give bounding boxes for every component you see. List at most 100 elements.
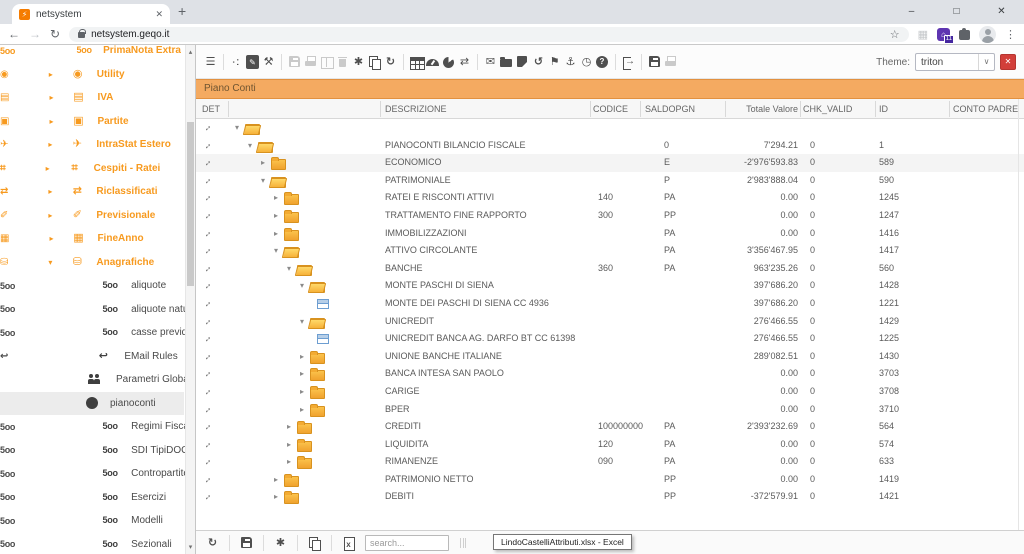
iva-icon[interactable]: IVA [0,86,184,110]
scroll-up-icon[interactable] [186,48,195,56]
history-icon[interactable] [532,55,545,69]
chevron-down-icon[interactable] [978,54,994,70]
detail-expand-icon[interactable] [201,189,213,207]
theme-combobox[interactable]: triton [915,53,995,71]
fineanno-icon[interactable]: FineAnno [0,227,184,251]
right-icon[interactable] [297,348,307,366]
detail-expand-icon[interactable] [201,119,213,137]
tab-close-icon[interactable]: ✕ [155,9,163,20]
forward-icon[interactable]: → [29,27,41,41]
table-row[interactable]: UNIONE BANCHE ITALIANE 289'082.51 0 1430 [196,348,1024,366]
reload-icon[interactable]: ↻ [50,27,60,41]
toolbar-icon[interactable] [281,54,282,70]
detail-expand-icon[interactable] [201,330,213,348]
extensions-puzzle-icon[interactable] [959,30,970,40]
save-icon[interactable] [240,536,253,550]
down-icon[interactable] [297,313,307,331]
bookmark-star-icon[interactable]: ☆ [890,28,900,41]
table-row[interactable]: RIMANENZE 090 PA 0.00 0 633 [196,453,1024,471]
email-rules-icon[interactable]: EMail Rules [0,345,184,369]
address-bar[interactable]: netsystem.geqo.it ☆ [69,27,909,42]
toolbar-icon[interactable] [223,54,224,70]
resize-grip[interactable] [460,538,466,548]
right-icon[interactable] [258,154,268,172]
500px-icon[interactable]: Modelli [0,509,184,533]
right-icon[interactable] [297,401,307,419]
column-separator[interactable] [228,101,229,117]
footer-icon[interactable] [263,535,264,551]
edit-icon[interactable] [246,55,259,69]
detail-expand-icon[interactable] [201,225,213,243]
gauge-icon[interactable] [426,55,439,69]
refresh-icon[interactable] [384,55,397,69]
down-icon[interactable] [284,260,294,278]
utility-icon[interactable]: Utility [0,63,184,87]
detail-expand-icon[interactable] [201,295,213,313]
clock-icon[interactable] [580,55,593,69]
save-icon[interactable] [288,55,301,69]
extension-badged-icon[interactable]: 11 [937,28,950,41]
table-row[interactable]: CARIGE 0.00 0 3708 [196,383,1024,401]
footer-icon[interactable] [331,535,332,551]
toolbar-icon[interactable] [477,54,478,70]
copy-icon[interactable] [308,536,321,550]
table-row[interactable] [196,119,1024,137]
table-row[interactable]: PATRIMONIO NETTO PP 0.00 0 1419 [196,471,1024,489]
column-separator[interactable] [800,101,801,117]
detail-expand-icon[interactable] [201,277,213,295]
wrench-icon[interactable] [262,55,275,69]
right-icon[interactable] [44,211,56,220]
column-separator[interactable] [590,101,591,117]
column-header-chkvalid[interactable]: CHK_VALID [803,99,852,119]
500px-icon[interactable]: aliquote [0,274,184,298]
asterisk-icon[interactable] [352,55,365,69]
right-icon[interactable] [284,453,294,471]
right-icon[interactable] [284,418,294,436]
table-row[interactable]: IMMOBILIZZAZIONI PA 0.00 0 1416 [196,225,1024,243]
sign-out-icon[interactable] [622,55,635,69]
right-icon[interactable] [271,471,281,489]
minimize-button[interactable]: – [889,0,934,24]
detail-expand-icon[interactable] [201,436,213,454]
parametri-globali-icon[interactable]: Parametri Globali [0,368,184,392]
detail-expand-icon[interactable] [201,242,213,260]
toolbar-icon[interactable] [641,54,642,70]
table-row[interactable]: PATRIMONIALE P 2'983'888.04 0 590 [196,172,1024,190]
mail-icon[interactable] [484,55,497,69]
riclassificati-icon[interactable]: Riclassificati [0,180,184,204]
excel-export-icon[interactable] [342,536,355,550]
detail-expand-icon[interactable] [201,418,213,436]
pie-chart-icon[interactable] [442,55,455,69]
table-row[interactable]: BPER 0.00 0 3710 [196,401,1024,419]
detail-expand-icon[interactable] [201,313,213,331]
column-header-codice[interactable]: CODICE [593,99,628,119]
table-row[interactable]: BANCHE 360 PA 963'235.26 0 560 [196,260,1024,278]
toolbar-icon[interactable] [403,54,404,70]
right-icon[interactable] [45,117,57,126]
down-icon[interactable] [271,242,281,260]
table-row[interactable]: TRATTAMENTO FINE RAPPORTO 300 PP 0.00 0 … [196,207,1024,225]
500px-icon[interactable]: Regimi Fiscali [0,415,184,439]
column-header-det[interactable]: DET [202,99,220,119]
right-icon[interactable] [271,189,281,207]
table-row[interactable]: CREDITI 100000000 PA 2'393'232.69 0 564 [196,418,1024,436]
down-icon[interactable] [297,277,307,295]
down-icon[interactable] [245,137,255,155]
menu-icon[interactable] [204,55,217,69]
detail-expand-icon[interactable] [201,172,213,190]
down-icon[interactable] [258,172,268,190]
right-icon[interactable] [45,70,57,79]
bookmark-icon[interactable] [516,55,529,69]
right-icon[interactable] [44,187,56,196]
anagrafiche-icon[interactable]: Anagrafiche [0,251,184,275]
back-icon[interactable]: ← [8,27,20,41]
table-row[interactable]: ECONOMICO E -2'976'593.83 0 589 [196,154,1024,172]
close-panel-button[interactable] [1000,54,1016,70]
table-row[interactable]: ATTIVO CIRCOLANTE PA 3'356'467.95 0 1417 [196,242,1024,260]
print-alt-icon[interactable] [664,55,677,69]
column-separator[interactable] [640,101,641,117]
exchange-icon[interactable] [458,55,471,69]
column-header-contopadre[interactable]: CONTO PADRE [953,99,1018,119]
table-row[interactable]: PIANOCONTI BILANCIO FISCALE 0 7'294.21 0… [196,137,1024,155]
right-icon[interactable] [284,436,294,454]
